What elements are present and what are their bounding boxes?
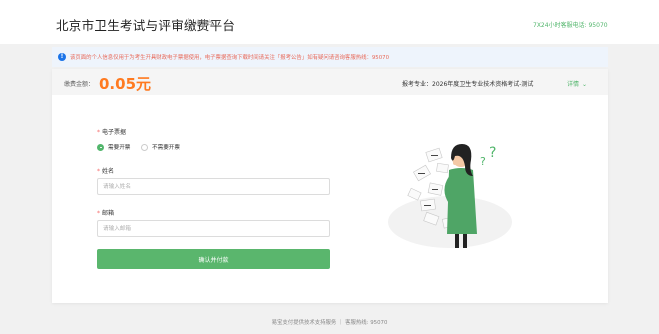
confirm-pay-button[interactable]: 确认并付款	[97, 249, 330, 269]
details-label: 详情	[567, 81, 580, 88]
radio-checked-icon	[97, 143, 104, 151]
required-mark: *	[97, 129, 100, 136]
invoice-option-no-need[interactable]: 不需要开票	[141, 143, 180, 151]
svg-text:?: ?	[480, 155, 486, 168]
amount-value: 0.05元	[99, 75, 152, 93]
footer-text: 易宝支付提供技术支持服务 ｜ 客服热线: 95070	[271, 320, 388, 326]
svg-text:?: ?	[489, 145, 496, 161]
title-divider	[188, 18, 189, 28]
cashier-label: 收银台	[195, 20, 214, 27]
invoice-option-need[interactable]: 需要开票	[97, 143, 130, 151]
notice-banner: ! 该页面的个人信息仅用于为考生开具财政电子票据使用，电子票据查询下载时间请关注…	[52, 47, 608, 67]
name-label: * 姓名	[97, 168, 115, 175]
person-thinking-illustration: ? ?	[388, 144, 512, 248]
details-toggle[interactable]: 详情 ⌄	[567, 79, 587, 88]
radio-unchecked-icon	[141, 143, 148, 151]
invoice-label: * 电子票据	[97, 129, 127, 136]
invoice-option-no-need-label: 不需要开票	[152, 145, 180, 151]
amount-row: 缴费金额： 0.05元 报考专业：2026年度卫生专业技术资格考试-测试 详情 ⌄	[52, 69, 608, 95]
name-input[interactable]	[97, 178, 330, 195]
invoice-option-need-label: 需要开票	[108, 145, 131, 151]
amount-label: 缴费金额：	[64, 81, 95, 88]
required-mark: *	[97, 210, 100, 217]
exam-info: 报考专业：2026年度卫生专业技术资格考试-测试	[402, 81, 534, 88]
email-input[interactable]	[97, 220, 330, 237]
notice-text: 该页面的个人信息仅用于为考生开具财政电子票据使用，电子票据查询下载时间请关注「报…	[70, 55, 390, 61]
hotline-text: 7X24小时客服电话: 95070	[533, 22, 608, 29]
required-mark: *	[97, 168, 100, 175]
chevron-down-icon: ⌄	[582, 81, 588, 88]
info-icon: !	[58, 53, 66, 61]
top-header: 北京市卫生考试与评审缴费平台 收银台 7X24小时客服电话: 95070	[0, 0, 659, 44]
email-label: * 邮箱	[97, 210, 115, 217]
